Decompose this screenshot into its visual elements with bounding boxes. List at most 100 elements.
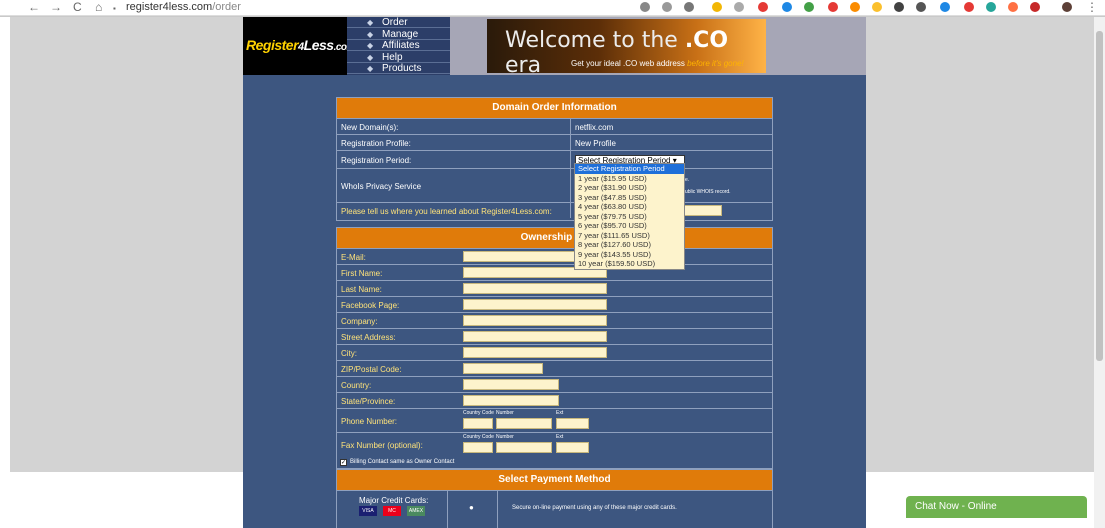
dropdown-option[interactable]: 10 year ($159.50 USD): [575, 259, 684, 269]
forward-arrow-icon[interactable]: →: [50, 0, 62, 14]
url-domain: register4less.com: [126, 1, 213, 13]
extension-icon[interactable]: [782, 2, 792, 12]
dropdown-option[interactable]: 8 year ($127.60 USD): [575, 240, 684, 250]
row-registration-profile: Registration Profile: New Profile: [337, 134, 772, 150]
extension-icon[interactable]: [940, 2, 950, 12]
site-menu: ◆ Order ◆ Manage ◆ Affiliates ◆ Help ◆ Produc…: [347, 17, 450, 75]
zoom-icon[interactable]: [662, 2, 672, 12]
row-facebook: Facebook Page:: [337, 296, 772, 312]
extension-icon[interactable]: [872, 2, 882, 12]
site-logo[interactable]: Register4Less.com: [243, 17, 355, 75]
extension-icon[interactable]: [712, 2, 722, 12]
facebook-field[interactable]: [463, 299, 607, 310]
bullet-icon: ◆: [367, 18, 374, 27]
chat-now-button[interactable]: Chat Now - Online: [906, 496, 1087, 518]
payment-section: Select Payment Method Major Credit Cards…: [336, 469, 773, 528]
star-icon[interactable]: [684, 2, 694, 12]
billing-same-label: Billing Contact same as Owner Contact: [350, 459, 455, 465]
dropdown-option[interactable]: 4 year ($63.80 USD): [575, 202, 684, 212]
scrollbar[interactable]: [1094, 17, 1105, 528]
phone-number-field[interactable]: [496, 418, 552, 429]
dropdown-option[interactable]: 5 year ($79.75 USD): [575, 212, 684, 222]
menu-item-help[interactable]: ◆ Help: [347, 52, 450, 63]
amex-icon: AMEX: [407, 506, 425, 516]
city-field[interactable]: [463, 347, 607, 358]
extension-icon[interactable]: [964, 2, 974, 12]
credit-card-radio[interactable]: ●: [469, 503, 474, 512]
co-banner[interactable]: Welcome to the .CO era Get your ideal .C…: [487, 19, 766, 73]
billing-same-checkbox[interactable]: ✓: [340, 459, 347, 466]
fax-ext-field[interactable]: [556, 442, 589, 453]
phone-country-code-field[interactable]: [463, 418, 493, 429]
extension-icon[interactable]: [916, 2, 926, 12]
site-header: Register4Less.com ◆ Order ◆ Manage ◆ Affili…: [243, 17, 866, 75]
more-menu-icon[interactable]: ⋮: [1086, 0, 1098, 14]
lock-icon: ▪: [113, 4, 116, 13]
extension-icon[interactable]: [894, 2, 904, 12]
last-name-field[interactable]: [463, 283, 607, 294]
ownership-section: Ownership Co E-Mail: First Name: Last Na…: [336, 227, 773, 469]
phone-ext-field[interactable]: [556, 418, 589, 429]
row-country: Country:: [337, 376, 772, 392]
dropdown-option[interactable]: 2 year ($31.90 USD): [575, 183, 684, 193]
profile-value: New Profile: [575, 139, 616, 148]
row-company: Company:: [337, 312, 772, 328]
logo-text: Register4Less.com: [246, 37, 355, 53]
domain-order-heading: Domain Order Information: [337, 98, 772, 118]
dropdown-option[interactable]: Select Registration Period: [575, 164, 684, 174]
dropdown-option[interactable]: 1 year ($15.95 USD): [575, 174, 684, 184]
bullet-icon: ◆: [367, 41, 374, 50]
country-field[interactable]: [463, 379, 559, 390]
menu-item-order[interactable]: ◆ Order: [347, 17, 450, 28]
browser-toolbar: ← → C ⌂ ▪ register4less.com/order ⋮: [0, 0, 1105, 16]
site-page: Register4Less.com ◆ Order ◆ Manage ◆ Affili…: [243, 17, 866, 528]
page-background-right: [866, 17, 1094, 472]
page-background-left: [10, 17, 243, 472]
row-registration-period: Registration Period: Select Registration…: [337, 150, 772, 168]
zip-field[interactable]: [463, 363, 543, 374]
extension-icon[interactable]: [804, 2, 814, 12]
key-icon[interactable]: [640, 2, 650, 12]
extension-icon[interactable]: [1030, 2, 1040, 12]
extension-icon[interactable]: [828, 2, 838, 12]
address-bar[interactable]: register4less.com/order: [126, 0, 241, 14]
extension-icon[interactable]: [986, 2, 996, 12]
registration-period-dropdown: Select Registration Period 1 year ($15.9…: [574, 163, 685, 270]
domain-value: netflix.com: [575, 123, 614, 132]
extension-icon[interactable]: [734, 2, 744, 12]
dropdown-option[interactable]: 3 year ($47.85 USD): [575, 193, 684, 203]
menu-item-products[interactable]: ◆ Products: [347, 63, 450, 74]
referral-input[interactable]: [682, 205, 722, 216]
home-icon[interactable]: ⌂: [95, 0, 102, 14]
extension-icon[interactable]: [1008, 2, 1018, 12]
fax-country-code-field[interactable]: [463, 442, 493, 453]
credit-cards-label: Major Credit Cards:: [359, 496, 429, 505]
whois-note: e.: [685, 177, 690, 183]
row-credit-cards: Major Credit Cards: VISA MC AMEX ● Secur…: [337, 490, 772, 528]
menu-item-manage[interactable]: ◆ Manage: [347, 29, 450, 40]
dropdown-option[interactable]: 7 year ($111.65 USD): [575, 231, 684, 241]
dropdown-option[interactable]: 9 year ($143.55 USD): [575, 250, 684, 260]
avatar[interactable]: [1062, 2, 1072, 12]
row-state: State/Province:: [337, 392, 772, 408]
row-referral: Please tell us where you learned about R…: [337, 202, 772, 218]
mastercard-icon: MC: [383, 506, 401, 516]
scrollbar-thumb[interactable]: [1096, 31, 1103, 361]
extension-icon[interactable]: [758, 2, 768, 12]
state-field[interactable]: [463, 395, 559, 406]
bullet-icon: ◆: [367, 30, 374, 39]
whois-note: ublic WHOIS record.: [685, 189, 731, 195]
fax-number-field[interactable]: [496, 442, 552, 453]
url-path: /order: [212, 1, 241, 13]
street-address-field[interactable]: [463, 331, 607, 342]
back-arrow-icon[interactable]: ←: [28, 0, 40, 14]
company-field[interactable]: [463, 315, 607, 326]
row-first-name: First Name:: [337, 264, 772, 280]
extension-icon[interactable]: [850, 2, 860, 12]
row-city: City:: [337, 344, 772, 360]
bullet-icon: ◆: [367, 64, 374, 73]
dropdown-option[interactable]: 6 year ($95.70 USD): [575, 221, 684, 231]
reload-icon[interactable]: C: [73, 0, 82, 14]
row-street: Street Address:: [337, 328, 772, 344]
menu-item-affiliates[interactable]: ◆ Affiliates: [347, 40, 450, 51]
